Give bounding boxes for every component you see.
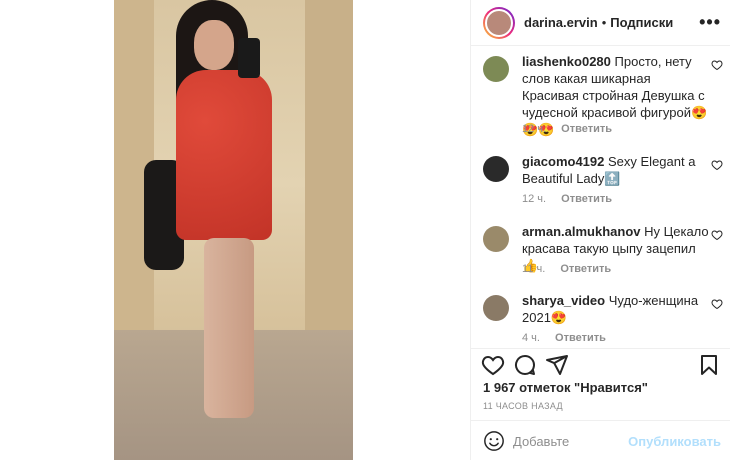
comment-username[interactable]: giacomo4192 — [522, 154, 604, 169]
comment-icon[interactable] — [513, 353, 537, 377]
reply-button[interactable]: Ответить — [555, 332, 606, 344]
post-photo[interactable] — [114, 0, 353, 460]
comment-heart-icon[interactable] — [711, 229, 723, 241]
publish-button[interactable]: Опубликовать — [628, 434, 721, 449]
comment-avatar[interactable] — [483, 156, 509, 182]
comment-username[interactable]: arman.almukhanov — [522, 224, 641, 239]
smiley-icon[interactable] — [483, 430, 505, 452]
reply-button[interactable]: Ответить — [560, 263, 611, 275]
follow-button[interactable]: Подписки — [610, 15, 673, 30]
post-side-panel: darina.ervin • Подписки ••• liashenko028… — [470, 0, 730, 460]
heart-icon[interactable] — [481, 353, 505, 377]
comment-meta: 12 ч. Ответить — [522, 123, 612, 135]
comment-meta: 12 ч. Ответить — [522, 193, 612, 205]
post-header: darina.ervin • Подписки ••• — [471, 0, 730, 46]
photo-dress — [176, 70, 272, 240]
comment-heart-icon[interactable] — [711, 59, 723, 71]
header-separator: • — [601, 15, 607, 30]
photo-phone — [238, 38, 260, 78]
comment-time: 11 ч. — [522, 263, 546, 275]
comment-avatar[interactable] — [483, 295, 509, 321]
comment-text: giacomo4192 Sexy Elegant a Beautiful Lad… — [522, 153, 710, 187]
photo-legs — [204, 238, 254, 418]
bookmark-icon[interactable] — [697, 353, 721, 377]
post-actions-bar — [471, 348, 730, 380]
comment-meta: 4 ч. Ответить — [522, 332, 606, 344]
comment-time: 12 ч. — [522, 123, 547, 135]
comment-username[interactable]: sharya_video — [522, 293, 605, 308]
comment-meta: 11 ч. Ответить — [522, 263, 611, 275]
comment-avatar[interactable] — [483, 56, 509, 82]
photo-wall-right — [305, 0, 353, 330]
likes-count[interactable]: 1 967 отметок "Нравится" — [483, 380, 648, 395]
comment-time: 12 ч. — [522, 193, 547, 205]
author-username[interactable]: darina.ervin — [524, 15, 598, 30]
add-comment-bar: Опубликовать — [471, 420, 730, 460]
reply-button[interactable]: Ответить — [561, 123, 612, 135]
photo-face — [194, 20, 234, 70]
more-horizontal-icon[interactable]: ••• — [699, 12, 721, 33]
author-avatar[interactable] — [483, 6, 515, 39]
comment-input[interactable] — [513, 429, 633, 453]
comment-avatar[interactable] — [483, 226, 509, 252]
comment-text: sharya_video Чудо-женщина 2021😍 — [522, 292, 710, 326]
comments-list[interactable]: liashenko0280 Просто, нету слов какая ши… — [471, 47, 730, 347]
comment-username[interactable]: liashenko0280 — [522, 54, 611, 69]
comment-heart-icon[interactable] — [711, 298, 723, 310]
comment-heart-icon[interactable] — [711, 159, 723, 171]
send-icon[interactable] — [545, 353, 569, 377]
posted-time: 11 ЧАСОВ НАЗАД — [483, 401, 563, 411]
reply-button[interactable]: Ответить — [561, 193, 612, 205]
comment-time: 4 ч. — [522, 332, 540, 344]
